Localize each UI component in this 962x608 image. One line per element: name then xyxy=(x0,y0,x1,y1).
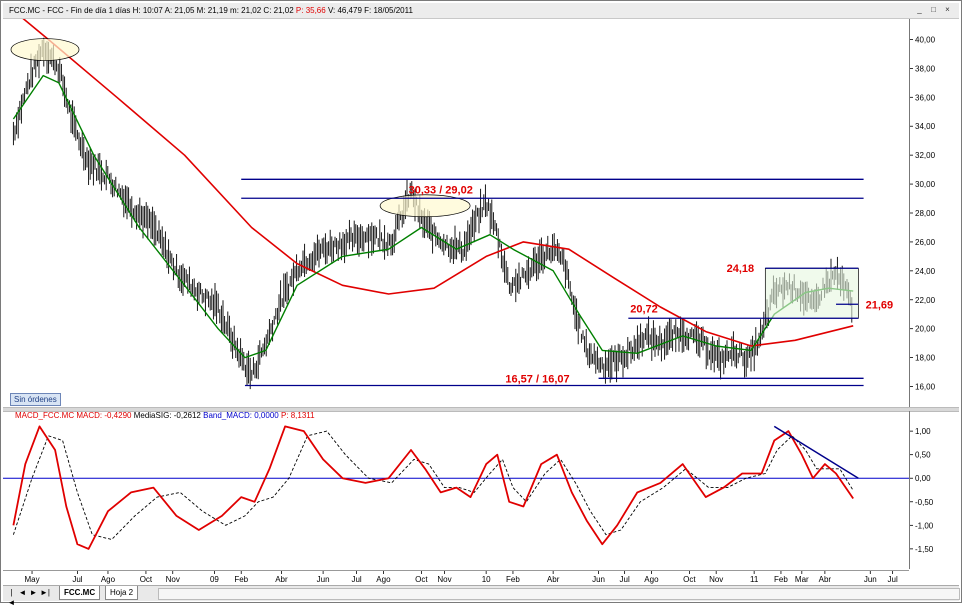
x-tick-label: Jun xyxy=(317,575,330,584)
macd-y-tick-label: 0,00 xyxy=(915,474,931,483)
slow-moving-average-line xyxy=(22,19,854,347)
x-tick-label: Feb xyxy=(506,575,520,584)
price-y-tick-label: 32,00 xyxy=(915,151,936,160)
top-highlight-ellipse xyxy=(10,38,80,61)
x-tick-label: Abr xyxy=(275,575,288,584)
x-tick-label: Oct xyxy=(140,575,153,584)
price-y-tick-label: 16,00 xyxy=(915,383,936,392)
price-y-tick-label: 26,00 xyxy=(915,238,936,247)
maximize-icon[interactable]: □ xyxy=(928,4,939,15)
date-x-axis: May Jul Ago Oct Nov 09 Feb Abr Jun Jul Ago Oct Nov 10… xyxy=(3,570,909,585)
sheet-tab-bar: |◄ ◄ ► ►| FCC.MC Hoja 2 xyxy=(3,585,960,607)
title-part: m: 21,02 xyxy=(230,6,262,15)
x-tick-label: Feb xyxy=(234,575,248,584)
minimize-icon[interactable]: _ xyxy=(914,4,925,15)
range-box xyxy=(764,267,859,319)
annotation-resistance: 30,33 / 29,02 xyxy=(409,184,473,196)
window-controls: _ □ × xyxy=(914,4,953,15)
macd-y-tick-label: 1,00 xyxy=(915,427,931,436)
price-y-tick-label: 20,00 xyxy=(915,325,936,334)
price-y-tick-label: 40,00 xyxy=(915,35,936,44)
x-tick-label: Ago xyxy=(644,575,659,584)
x-tick-label: Nov xyxy=(709,575,723,584)
first-sheet-icon[interactable]: |◄ xyxy=(7,588,16,608)
price-y-tick-label: 30,00 xyxy=(915,180,936,189)
price-chart[interactable]: 30,33 / 29,02 16,57 / 16,07 20,72 24,18 21,6… xyxy=(3,19,909,407)
price-readout: FCC.MC - FCC - Fin de día 1 días H: 10:0… xyxy=(9,6,413,15)
price-y-tick-label: 24,00 xyxy=(915,267,936,276)
price-y-tick-label: 36,00 xyxy=(915,93,936,102)
price-y-tick-label: 18,00 xyxy=(915,354,936,363)
macd-y-tick-label: 0,50 xyxy=(915,451,931,460)
title-part: A: 21,05 xyxy=(164,6,195,15)
title-part: H: 10:07 xyxy=(132,6,163,15)
prev-sheet-icon[interactable]: ◄ xyxy=(18,588,27,608)
x-tick-label: Nov xyxy=(437,575,451,584)
x-tick-label: Ago xyxy=(376,575,391,584)
macd-y-tick-label: -0,50 xyxy=(915,498,934,507)
price-y-axis: 40,00 38,00 36,00 34,00 32,00 30,00 28,00 26,00… xyxy=(909,19,936,407)
last-sheet-icon[interactable]: ►| xyxy=(40,588,50,608)
tab-fcc[interactable]: FCC.MC xyxy=(59,586,101,600)
x-tick-label: Jul xyxy=(888,575,898,584)
x-tick-label: Abr xyxy=(547,575,560,584)
x-tick-label: 10 xyxy=(482,575,491,584)
annotation-21-69: 21,69 xyxy=(866,299,894,311)
x-tick-label: 11 xyxy=(750,575,759,584)
title-part: M: 21,19 xyxy=(196,6,228,15)
price-y-tick-label: 38,00 xyxy=(915,64,936,73)
x-tick-label: Oct xyxy=(683,575,696,584)
macd-y-tick-label: -1,50 xyxy=(915,545,934,554)
title-part: C: 21,02 xyxy=(263,6,294,15)
title-highlight: P: 35,66 xyxy=(295,6,326,15)
x-tick-label: Jun xyxy=(864,575,877,584)
macd-trend-line xyxy=(773,425,859,479)
no-orders-badge[interactable]: Sin órdenes xyxy=(10,393,61,406)
annotation-20-72: 20,72 xyxy=(630,303,658,315)
next-sheet-icon[interactable]: ► xyxy=(29,588,38,608)
chart-window: FCC.MC - FCC - Fin de día 1 días H: 10:0… xyxy=(0,0,962,607)
price-y-tick-label: 28,00 xyxy=(915,209,936,218)
price-y-tick-label: 22,00 xyxy=(915,296,936,305)
tab-hoja-2[interactable]: Hoja 2 xyxy=(105,586,139,600)
x-tick-label: Jul xyxy=(351,575,361,584)
sheet-nav: |◄ ◄ ► ►| xyxy=(7,588,50,608)
x-tick-label: Abr xyxy=(819,575,832,584)
x-tick-label: 09 xyxy=(210,575,219,584)
price-y-tick-label: 34,00 xyxy=(915,122,936,131)
x-tick-label: Oct xyxy=(415,575,428,584)
title-part: F: 18/05/2011 xyxy=(364,6,413,15)
x-tick-label: Nov xyxy=(166,575,180,584)
annotation-24-18: 24,18 xyxy=(727,263,755,275)
title-part: FCC.MC - FCC - Fin de día 1 días xyxy=(9,6,131,15)
x-tick-label: Jul xyxy=(620,575,630,584)
title-part: V: 46,479 xyxy=(327,6,362,15)
macd-y-tick-label: -1,00 xyxy=(915,521,934,530)
macd-chart[interactable] xyxy=(3,411,909,569)
x-tick-label: Mar xyxy=(795,575,809,584)
annotation-support: 16,57 / 16,07 xyxy=(505,373,569,385)
x-tick-label: May xyxy=(24,575,39,584)
x-tick-label: Jun xyxy=(592,575,605,584)
macd-y-axis: 1,00 0,50 0,00 -0,50 -1,00 -1,50 xyxy=(909,411,934,569)
x-tick-label: Ago xyxy=(101,575,116,584)
close-icon[interactable]: × xyxy=(942,4,953,15)
x-tick-label: Jul xyxy=(72,575,82,584)
horizontal-scrollbar[interactable] xyxy=(158,588,960,600)
title-bar: FCC.MC - FCC - Fin de día 1 días H: 10:0… xyxy=(3,3,959,19)
x-tick-label: Feb xyxy=(774,575,788,584)
